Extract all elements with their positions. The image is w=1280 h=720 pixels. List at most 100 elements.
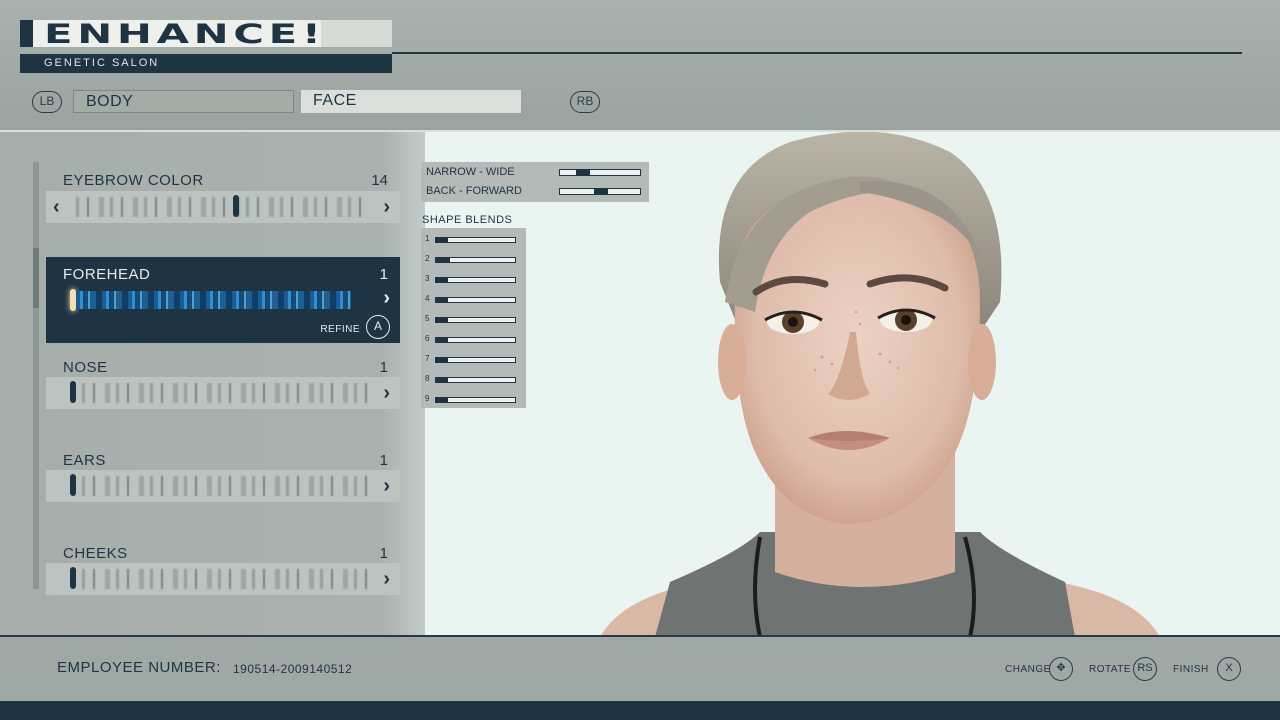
slider-track — [82, 476, 367, 496]
adjust-knob[interactable] — [576, 170, 590, 175]
shape-blend-row[interactable]: 6 — [425, 334, 525, 346]
shape-blend-fill — [436, 378, 448, 382]
tab-body[interactable]: BODY — [73, 90, 294, 113]
lb-button[interactable]: LB — [32, 91, 62, 113]
x-button[interactable]: X — [1217, 657, 1241, 681]
feature-slider[interactable]: ‹ › — [46, 191, 400, 223]
shape-blend-row[interactable]: 1 — [425, 234, 525, 246]
shape-blend-fill — [436, 318, 448, 322]
adjust-slider-back-forward[interactable] — [559, 188, 641, 195]
shape-blend-fill — [436, 338, 448, 342]
feature-slider[interactable]: › — [46, 470, 400, 502]
shape-blend-fill — [436, 278, 448, 282]
shape-blend-row[interactable]: 2 — [425, 254, 525, 266]
feature-nose[interactable]: NOSE 1 › — [46, 357, 400, 417]
change-control[interactable]: CHANGE ✥ — [1005, 657, 1075, 683]
refine-label: REFINE — [320, 324, 360, 335]
shape-blend-slider[interactable] — [435, 237, 516, 243]
feature-scrollbar-thumb[interactable] — [33, 248, 39, 308]
feature-slider[interactable]: › — [46, 563, 400, 595]
slider-knob[interactable] — [233, 195, 239, 217]
rb-button[interactable]: RB — [570, 91, 600, 113]
shape-blend-slider[interactable] — [435, 357, 516, 363]
brand-bar: ENHANCE! — [20, 19, 392, 50]
adjust-slider-narrow-wide[interactable] — [559, 169, 641, 176]
shape-blend-row[interactable]: 4 — [425, 294, 525, 306]
character-portrait[interactable] — [560, 132, 1180, 635]
shape-blend-number: 4 — [425, 294, 430, 303]
chevron-left-icon[interactable]: ‹ — [53, 196, 60, 219]
shape-blend-number: 3 — [425, 274, 430, 283]
feature-value: 1 — [379, 545, 388, 562]
shape-blend-number: 7 — [425, 354, 430, 363]
shape-blend-slider[interactable] — [435, 257, 516, 263]
shape-blend-slider[interactable] — [435, 317, 516, 323]
feature-slider[interactable]: › — [46, 377, 400, 409]
character-viewport: EYEBROW COLOR 14 ‹ › FOREHEAD 1 › REFINE… — [0, 130, 1280, 635]
slider-knob[interactable] — [70, 474, 76, 496]
feature-scrollbar[interactable] — [33, 162, 39, 589]
bottom-strip — [0, 701, 1280, 720]
shape-blend-slider[interactable] — [435, 337, 516, 343]
finish-label: FINISH — [1173, 664, 1209, 675]
footer: EMPLOYEE NUMBER: 190514-2009140512 CHANG… — [0, 635, 1280, 701]
shape-blend-fill — [436, 298, 448, 302]
feature-eyebrow-color[interactable]: EYEBROW COLOR 14 ‹ › — [46, 170, 400, 230]
rotate-control[interactable]: ROTATE RS — [1089, 657, 1159, 683]
slider-track — [82, 383, 367, 403]
header: ENHANCE! GENETIC SALON LB BODY FACE RB — [0, 0, 1280, 130]
change-label: CHANGE — [1005, 664, 1051, 675]
shape-blend-row[interactable]: 3 — [425, 274, 525, 286]
app-title: ENHANCE! — [44, 19, 326, 50]
chevron-right-icon[interactable]: › — [383, 287, 390, 310]
feature-cheeks[interactable]: CHEEKS 1 › — [46, 543, 400, 603]
shape-blends-title: SHAPE BLENDS — [422, 214, 513, 226]
refine-button[interactable]: A — [366, 315, 390, 339]
brand-accent — [20, 20, 33, 47]
slider-track — [76, 291, 351, 309]
employee-number-label: EMPLOYEE NUMBER: — [57, 659, 221, 676]
tab-face[interactable]: FACE — [301, 90, 521, 113]
chevron-right-icon[interactable]: › — [383, 568, 390, 591]
feature-panel: EYEBROW COLOR 14 ‹ › FOREHEAD 1 › REFINE… — [0, 132, 425, 635]
shape-blend-fill — [436, 258, 450, 262]
rotate-label: ROTATE — [1089, 664, 1132, 675]
shape-blend-fill — [436, 238, 448, 242]
app-subtitle: GENETIC SALON — [20, 54, 392, 73]
shape-blend-slider[interactable] — [435, 277, 516, 283]
feature-label: FOREHEAD — [63, 266, 151, 283]
chevron-right-icon[interactable]: › — [383, 475, 390, 498]
shape-blend-number: 1 — [425, 234, 430, 243]
feature-ears[interactable]: EARS 1 › — [46, 450, 400, 510]
adjustment-panel: NARROW - WIDE BACK - FORWARD — [421, 162, 649, 202]
adjust-knob[interactable] — [594, 189, 608, 194]
shape-blend-slider[interactable] — [435, 297, 516, 303]
shape-blend-row[interactable]: 8 — [425, 374, 525, 386]
shape-blend-slider[interactable] — [435, 397, 516, 403]
shape-blend-row[interactable]: 5 — [425, 314, 525, 326]
dpad-icon[interactable]: ✥ — [1049, 657, 1073, 681]
shape-blend-row[interactable]: 7 — [425, 354, 525, 366]
shape-blend-number: 5 — [425, 314, 430, 323]
chevron-right-icon[interactable]: › — [383, 382, 390, 405]
shape-blend-fill — [436, 398, 448, 402]
slider-track — [76, 197, 361, 217]
feature-forehead[interactable]: FOREHEAD 1 › REFINE A — [46, 257, 400, 343]
shape-blend-slider[interactable] — [435, 377, 516, 383]
header-divider — [392, 52, 1242, 54]
slider-knob[interactable] — [70, 381, 76, 403]
feature-value: 1 — [379, 452, 388, 469]
shape-blend-row[interactable]: 9 — [425, 394, 525, 406]
chevron-right-icon[interactable]: › — [383, 196, 390, 219]
employee-number-value: 190514-2009140512 — [233, 662, 353, 676]
feature-label: CHEEKS — [63, 545, 128, 562]
slider-knob[interactable] — [70, 567, 76, 589]
shape-blends-panel: 1 2 3 4 5 6 7 8 9 — [421, 228, 526, 408]
rs-button[interactable]: RS — [1133, 657, 1157, 681]
feature-value: 1 — [379, 359, 388, 376]
feature-label: NOSE — [63, 359, 108, 376]
adjust-label-narrow-wide: NARROW - WIDE — [426, 166, 515, 178]
shape-blend-number: 2 — [425, 254, 430, 263]
finish-control[interactable]: FINISH X — [1173, 657, 1243, 683]
shape-blend-number: 6 — [425, 334, 430, 343]
